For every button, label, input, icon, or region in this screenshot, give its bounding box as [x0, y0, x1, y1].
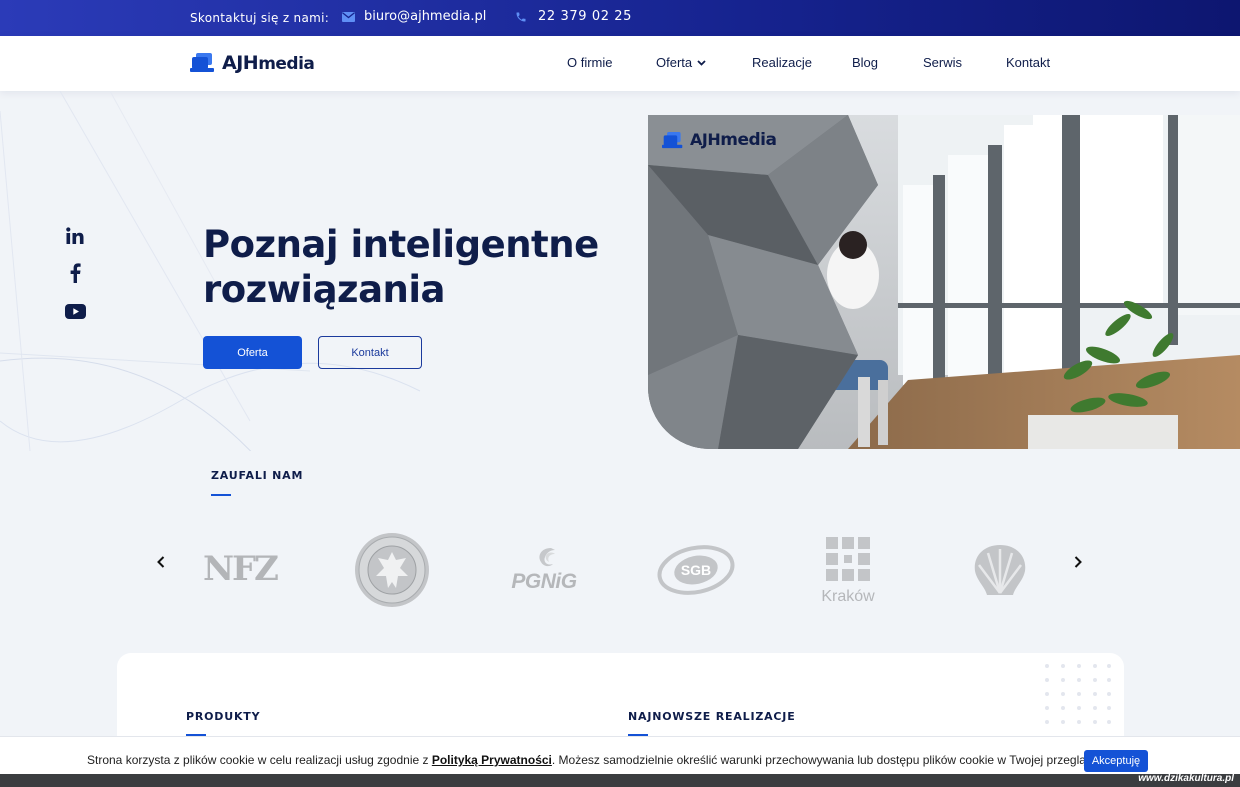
facebook-icon[interactable] [64, 262, 86, 284]
youtube-icon[interactable] [64, 300, 86, 322]
hero-title-line1: Poznaj inteligentne [203, 223, 599, 266]
chevron-down-icon [697, 59, 706, 66]
logo-mark-icon [662, 131, 683, 148]
trusted-label: ZAUFALI NAM [211, 469, 304, 482]
nav-item-o-firmie[interactable]: O firmie [567, 55, 613, 70]
carousel-prev-arrow[interactable] [152, 553, 170, 571]
cookie-text-before: Strona korzysta z plików cookie w celu r… [87, 753, 432, 767]
client-logo-sgb: SGB [657, 544, 735, 596]
hero-title: Poznaj inteligentne rozwiązania [203, 222, 599, 312]
hero-logo-text-light: media [720, 130, 777, 150]
client-logo-pgnig-text: PGNiG [511, 570, 577, 593]
email-link[interactable]: biuro@ajhmedia.pl [342, 9, 486, 24]
logo-text-light: media [258, 54, 315, 74]
contact-label: Skontaktuj się z nami: [190, 11, 330, 25]
cookie-text: Strona korzysta z plików cookie w celu r… [87, 753, 1119, 767]
accept-cookies-button[interactable]: Akceptuję [1084, 750, 1148, 772]
nav-item-oferta[interactable]: Oferta [656, 55, 706, 70]
client-logo-shell [970, 542, 1030, 598]
privacy-policy-link[interactable]: Polityką Prywatności [432, 753, 552, 767]
chevron-right-icon [1074, 556, 1082, 568]
products-heading: PRODUKTY [186, 710, 261, 723]
kontakt-button[interactable]: Kontakt [318, 336, 422, 369]
top-contact-bar: Skontaktuj się z nami: biuro@ajhmedia.pl… [0, 0, 1240, 36]
client-logo-sgb-text: SGB [680, 562, 712, 578]
client-logo-nfz: NFZ [200, 548, 280, 590]
phone-link[interactable]: 22 379 02 25 [515, 9, 632, 24]
cookie-bar: Strona korzysta z plików cookie w celu r… [0, 736, 1240, 774]
hero-title-line2: rozwiązania [203, 268, 446, 311]
nav-item-blog[interactable]: Blog [852, 55, 878, 70]
trusted-underline [211, 494, 231, 496]
hero-image [648, 115, 1240, 449]
cookie-text-after: . Możesz samodzielnie określić warunki p… [551, 753, 1120, 767]
linkedin-icon[interactable] [64, 225, 86, 247]
client-logo-pgnig: PGNiG [502, 542, 586, 598]
oferta-button[interactable]: Oferta [203, 336, 302, 369]
latest-realizations-heading: NAJNOWSZE REALIZACJE [628, 710, 796, 723]
client-logo-krakow: Kraków [812, 532, 884, 608]
carousel-next-arrow[interactable] [1069, 553, 1087, 571]
envelope-icon [342, 11, 355, 22]
nav-item-serwis[interactable]: Serwis [923, 55, 962, 70]
chevron-left-icon [157, 556, 165, 568]
client-logo-krakow-text: Kraków [821, 587, 875, 605]
client-logo-nfz-text: NFZ [202, 549, 279, 589]
hero-image-logo: AJHmedia [662, 130, 777, 150]
nav-item-oferta-label: Oferta [656, 55, 693, 70]
site-logo[interactable]: AJHmedia [190, 52, 315, 74]
client-logo-uniwersytet-medyczny [354, 532, 430, 608]
logo-mark-icon [190, 53, 214, 72]
nav-item-kontakt[interactable]: Kontakt [1006, 55, 1050, 70]
email-text[interactable]: biuro@ajhmedia.pl [364, 9, 486, 24]
footer-strip [0, 774, 1240, 787]
decorative-dots [1045, 664, 1111, 724]
phone-text[interactable]: 22 379 02 25 [538, 9, 632, 24]
hero-logo-text-bold: AJH [690, 130, 721, 149]
logo-text-bold: AJH [222, 52, 259, 74]
watermark: www.dzikakultura.pl [1138, 773, 1234, 784]
nav-item-realizacje[interactable]: Realizacje [752, 55, 812, 70]
main-navbar: AJHmedia O firmie Oferta Realizacje Blog… [0, 36, 1240, 91]
phone-icon [516, 12, 526, 21]
